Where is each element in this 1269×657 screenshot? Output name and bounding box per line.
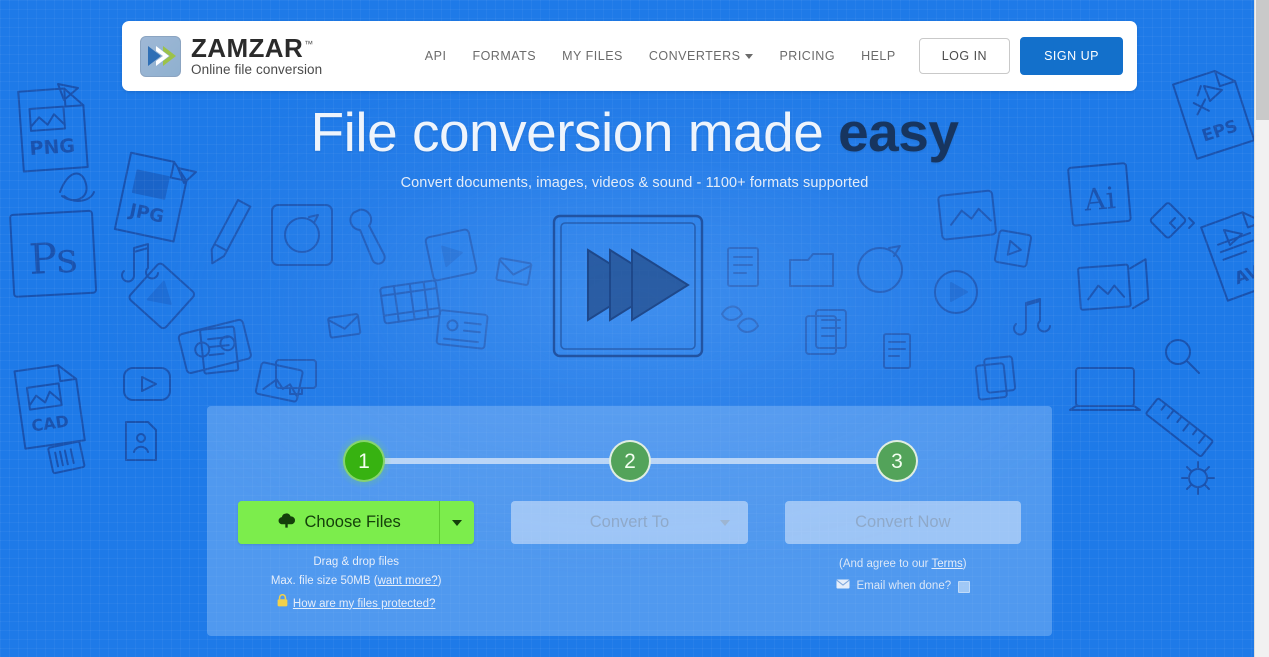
- nav-item-help[interactable]: HELP: [848, 41, 909, 71]
- convert-to-label: Convert To: [589, 513, 670, 531]
- step-1-indicator[interactable]: 1: [336, 433, 392, 489]
- convert-to-column: Convert To: [511, 501, 748, 614]
- convert-now-notes: (And agree to our Terms) Email when done…: [785, 554, 1021, 598]
- convert-now-label: Convert Now: [855, 513, 951, 531]
- terms-text: (And agree to our Terms): [838, 558, 967, 570]
- lock-icon: [277, 594, 288, 614]
- choose-files-label: Choose Files: [304, 513, 401, 531]
- envelope-icon: [835, 576, 850, 598]
- hero-section: File conversion made easy Convert docume…: [0, 101, 1269, 191]
- caret-down-icon: [719, 519, 730, 526]
- email-when-done-row: Email when done?: [785, 576, 1021, 598]
- logo[interactable]: ZAMZAR™ Online file conversion: [140, 35, 322, 78]
- choose-files-button[interactable]: Choose Files: [238, 501, 440, 544]
- converter-actions: Choose Files Drag & drop files Max. file…: [238, 501, 1021, 614]
- choose-files-dropdown-button[interactable]: [439, 501, 475, 544]
- want-more-link[interactable]: want more?: [378, 575, 438, 587]
- max-file-size-text: Max. file size 50MB (want more?): [270, 574, 442, 587]
- cloud-upload-icon: [277, 512, 296, 533]
- hero-subtitle: Convert documents, images, videos & soun…: [400, 174, 869, 191]
- nav-item-my-files[interactable]: MY FILES: [549, 41, 636, 71]
- converter-panel: 1 2 3 Choose Files Drag & drop files Max…: [207, 406, 1052, 636]
- nav-item-api[interactable]: API: [412, 41, 460, 71]
- choose-files-group: Choose Files: [238, 501, 475, 544]
- step-2-indicator[interactable]: 2: [602, 433, 658, 489]
- double-chevron-right-icon: [140, 35, 181, 77]
- chevron-down-icon: [745, 54, 754, 59]
- nav-item-pricing[interactable]: PRICING: [766, 41, 848, 71]
- email-when-done-label: Email when done?: [856, 579, 952, 592]
- convert-now-button[interactable]: Convert Now: [784, 501, 1021, 544]
- terms-link[interactable]: Terms: [931, 558, 962, 570]
- hero-title-plain: File conversion made: [310, 101, 839, 163]
- file-protection-row: How are my files protected?: [238, 594, 474, 614]
- step-1-number: 1: [358, 449, 370, 473]
- nav-item-formats[interactable]: FORMATS: [459, 41, 549, 71]
- caret-down-icon: [452, 519, 463, 526]
- choose-files-column: Choose Files Drag & drop files Max. file…: [238, 501, 475, 614]
- main-navigation: API FORMATS MY FILES CONVERTERS PRICING …: [412, 37, 1123, 75]
- drag-drop-text: Drag & drop files: [313, 556, 399, 568]
- step-3-indicator[interactable]: 3: [869, 433, 925, 489]
- files-protected-link[interactable]: How are my files protected?: [293, 595, 436, 614]
- svg-text:Ps: Ps: [28, 233, 79, 284]
- sign-up-button[interactable]: SIGN UP: [1020, 37, 1123, 75]
- log-in-button[interactable]: LOG IN: [918, 38, 1011, 74]
- logo-tagline: Online file conversion: [191, 61, 323, 77]
- step-2-number: 2: [624, 449, 636, 473]
- choose-files-notes: Drag & drop files Max. file size 50MB (w…: [238, 553, 474, 614]
- step-3-number: 3: [891, 449, 903, 473]
- fast-forward-play-icon: [548, 212, 708, 360]
- convert-to-select[interactable]: Convert To: [511, 501, 748, 544]
- vertical-scrollbar[interactable]: [1254, 0, 1269, 657]
- page-title: File conversion made easy: [0, 101, 1269, 163]
- scrollbar-thumb[interactable]: [1256, 0, 1269, 120]
- trademark-symbol: ™: [304, 39, 314, 50]
- step-indicator: 1 2 3: [336, 433, 925, 489]
- hero-title-emphasis: easy: [838, 101, 959, 163]
- nav-item-converters[interactable]: CONVERTERS: [636, 41, 767, 71]
- convert-now-column: Convert Now (And agree to our Terms) Ema…: [784, 501, 1021, 614]
- email-when-done-checkbox[interactable]: [958, 580, 971, 593]
- logo-wordmark: ZAMZAR: [191, 32, 304, 63]
- site-header: ZAMZAR™ Online file conversion API FORMA…: [122, 21, 1137, 91]
